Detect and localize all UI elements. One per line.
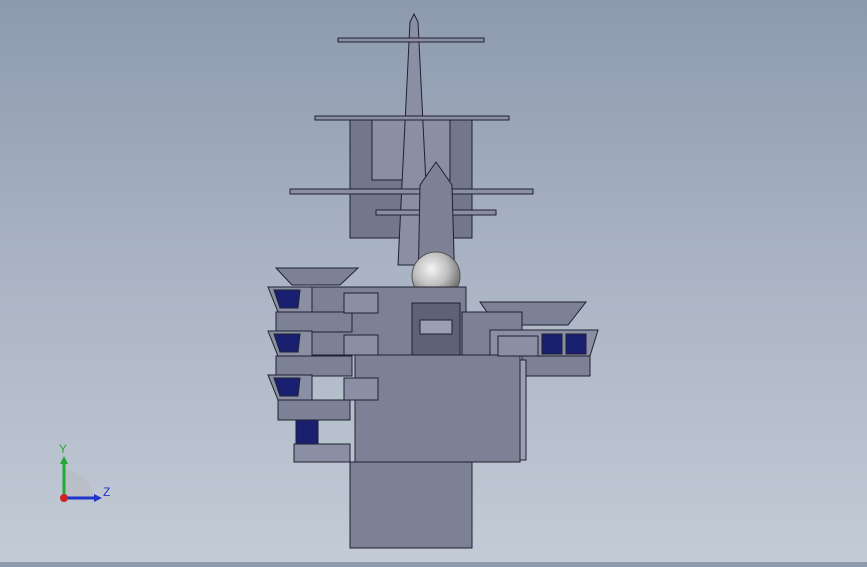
vent-panel-4 <box>497 335 539 357</box>
z-axis-label: Z <box>103 485 111 499</box>
left-ledge-3 <box>277 399 351 421</box>
right-lower-ledge <box>521 355 591 377</box>
right-window-2 <box>565 333 587 355</box>
hull-edge <box>519 359 527 461</box>
left-window-4 <box>295 419 319 445</box>
ship-island-superstructure-icon[interactable] <box>0 0 867 562</box>
yardarm-middle <box>289 188 534 195</box>
left-ledge-2 <box>275 355 353 377</box>
right-window-1 <box>541 333 563 355</box>
left-dish <box>274 267 360 286</box>
left-ledge-4 <box>293 443 351 463</box>
yardarm-upper <box>314 115 510 121</box>
yardarm-top <box>337 37 485 43</box>
center-window <box>419 319 453 335</box>
vent-panel-1 <box>343 292 379 314</box>
axis-triad: Y Z <box>52 440 122 510</box>
x-axis-icon <box>60 494 68 502</box>
y-axis-label: Y <box>59 442 68 456</box>
left-ledge-1 <box>275 311 353 333</box>
vent-panel-2 <box>343 334 379 356</box>
main-hull-block <box>354 354 521 463</box>
lower-hull-block <box>349 461 473 549</box>
model-viewport[interactable] <box>0 0 867 562</box>
vent-panel-3 <box>343 377 379 401</box>
